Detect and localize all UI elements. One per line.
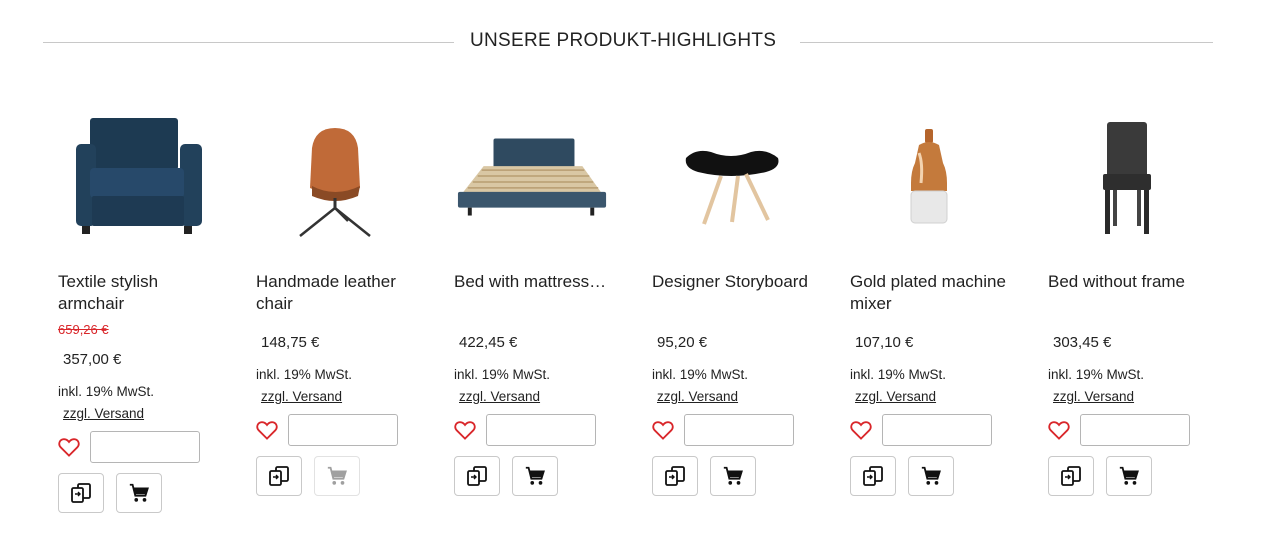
cart-icon — [921, 466, 941, 485]
product-image[interactable] — [652, 104, 810, 252]
cart-icon — [525, 466, 545, 485]
compare-button[interactable] — [652, 456, 698, 496]
shipping-link[interactable]: zzgl. Versand — [855, 389, 936, 404]
cart-icon — [129, 483, 149, 502]
product-price: 303,45 € — [1053, 334, 1112, 351]
product-price: 357,00 € — [63, 351, 122, 368]
product-image[interactable] — [850, 104, 1008, 252]
product-card: Bed with mattress… 422,45 € inkl. 19% Mw… — [454, 100, 612, 540]
tax-note: inkl. 19% MwSt. — [256, 367, 353, 382]
cart-icon — [327, 466, 347, 485]
quantity-input[interactable] — [90, 431, 200, 463]
compare-icon — [863, 466, 883, 486]
wishlist-heart-icon[interactable] — [850, 420, 872, 440]
product-price: 95,20 € — [657, 334, 708, 351]
heading-divider-left — [43, 42, 454, 43]
compare-icon — [269, 466, 289, 486]
shipping-link[interactable]: zzgl. Versand — [1053, 389, 1134, 404]
product-title[interactable]: Handmade leather chair — [256, 271, 416, 315]
product-title[interactable]: Textile stylish armchair — [58, 271, 218, 315]
tax-note: inkl. 19% MwSt. — [1048, 367, 1145, 382]
add-to-cart-button[interactable] — [710, 456, 756, 496]
heading-divider-right — [800, 42, 1213, 43]
bed-icon — [457, 138, 607, 216]
tax-note: inkl. 19% MwSt. — [58, 384, 155, 399]
compare-button[interactable] — [454, 456, 500, 496]
tax-note: inkl. 19% MwSt. — [652, 367, 749, 382]
dining-chair-icon — [1103, 122, 1151, 234]
product-card: Designer Storyboard 95,20 € inkl. 19% Mw… — [652, 100, 810, 540]
product-image[interactable] — [1048, 104, 1206, 252]
product-price: 107,10 € — [855, 334, 914, 351]
cart-icon — [723, 466, 743, 485]
product-title[interactable]: Bed with mattress… — [454, 271, 614, 293]
wishlist-heart-icon[interactable] — [1048, 420, 1070, 440]
product-card: Gold plated machine mixer 107,10 € inkl.… — [850, 100, 1008, 540]
product-card: Bed without frame 303,45 € inkl. 19% MwS… — [1048, 100, 1206, 540]
mixer-icon — [910, 129, 948, 224]
product-price: 148,75 € — [261, 334, 320, 351]
shipping-link[interactable]: zzgl. Versand — [657, 389, 738, 404]
cart-icon — [1119, 466, 1139, 485]
product-title[interactable]: Designer Storyboard — [652, 271, 812, 293]
product-card: Handmade leather chair 148,75 € inkl. 19… — [256, 100, 414, 540]
product-card: Textile stylish armchair 659,26 € 357,00… — [58, 100, 216, 540]
compare-icon — [71, 483, 91, 503]
tax-note: inkl. 19% MwSt. — [850, 367, 947, 382]
compare-button[interactable] — [256, 456, 302, 496]
add-to-cart-button[interactable] — [1106, 456, 1152, 496]
quantity-input[interactable] — [486, 414, 596, 446]
wishlist-heart-icon[interactable] — [58, 437, 80, 457]
wishlist-heart-icon[interactable] — [256, 420, 278, 440]
add-to-cart-button[interactable] — [512, 456, 558, 496]
compare-button[interactable] — [58, 473, 104, 513]
product-image[interactable] — [454, 104, 612, 252]
tax-note: inkl. 19% MwSt. — [454, 367, 551, 382]
product-title[interactable]: Bed without frame — [1048, 271, 1208, 293]
wishlist-heart-icon[interactable] — [454, 420, 476, 440]
wishlist-heart-icon[interactable] — [652, 420, 674, 440]
shipping-link[interactable]: zzgl. Versand — [63, 406, 144, 421]
section-heading: UNSERE PRODUKT-HIGHLIGHTS — [470, 30, 777, 51]
stool-icon — [685, 150, 779, 225]
old-price: 659,26 € — [58, 322, 109, 337]
leather-chair-icon — [299, 128, 371, 237]
compare-icon — [665, 466, 685, 486]
quantity-input[interactable] — [288, 414, 398, 446]
product-image[interactable] — [58, 104, 216, 252]
compare-button[interactable] — [1048, 456, 1094, 496]
product-price: 422,45 € — [459, 334, 518, 351]
product-image[interactable] — [256, 104, 414, 252]
quantity-input[interactable] — [882, 414, 992, 446]
quantity-input[interactable] — [1080, 414, 1190, 446]
armchair-icon — [76, 118, 202, 234]
compare-button[interactable] — [850, 456, 896, 496]
add-to-cart-button[interactable] — [116, 473, 162, 513]
add-to-cart-button[interactable] — [908, 456, 954, 496]
add-to-cart-button[interactable] — [314, 456, 360, 496]
shipping-link[interactable]: zzgl. Versand — [261, 389, 342, 404]
compare-icon — [1061, 466, 1081, 486]
section-heading-row: UNSERE PRODUKT-HIGHLIGHTS — [43, 28, 1213, 58]
compare-icon — [467, 466, 487, 486]
product-title[interactable]: Gold plated machine mixer — [850, 271, 1010, 315]
quantity-input[interactable] — [684, 414, 794, 446]
shipping-link[interactable]: zzgl. Versand — [459, 389, 540, 404]
